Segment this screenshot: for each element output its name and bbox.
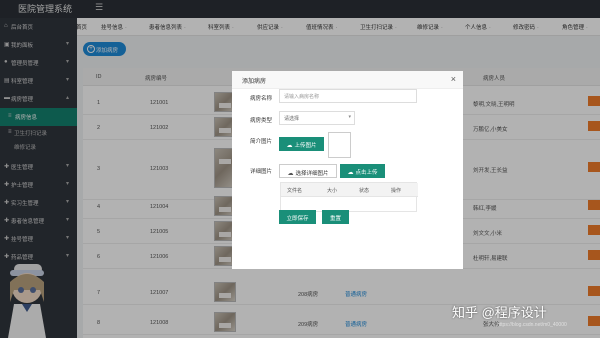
watermark-url: https://blog.csdn.net/m0_40000 (497, 322, 567, 328)
dialog-header: 添加病房 × (232, 71, 463, 89)
cloud-upload-icon: ☁ (286, 143, 293, 149)
save-button[interactable]: 立即保存 (279, 210, 316, 224)
ward-name-label: 病房名称 (250, 96, 273, 102)
file-table-header: 文件名 大小 状态 操作 (281, 183, 418, 197)
cloud-upload-icon: ☁ (347, 170, 354, 176)
start-upload-button[interactable]: ☁ 点击上传 (340, 164, 385, 178)
ward-type-select[interactable]: 请选择 ▾ (279, 111, 355, 125)
image-preview (328, 132, 351, 158)
upload-image-button[interactable]: ☁ 上传图片 (279, 137, 324, 151)
reset-button[interactable]: 重置 (322, 210, 349, 224)
choose-detail-image-button[interactable]: ☁ 选择详细图片 (279, 164, 337, 178)
chevron-down-icon: ▾ (348, 114, 351, 120)
brief-image-label: 简介图片 (250, 139, 273, 145)
cloud-upload-icon: ☁ (287, 171, 294, 177)
dialog-title: 添加病房 (242, 79, 267, 85)
detail-image-label: 详细图片 (250, 169, 273, 175)
watermark-text: 知乎 @程序设计 (452, 305, 547, 320)
close-icon[interactable]: × (451, 74, 456, 84)
ward-name-input[interactable]: 请输入病房名称 (279, 89, 417, 103)
ward-type-label: 病房类型 (250, 118, 273, 124)
upload-file-table: 文件名 大小 状态 操作 (280, 182, 418, 212)
